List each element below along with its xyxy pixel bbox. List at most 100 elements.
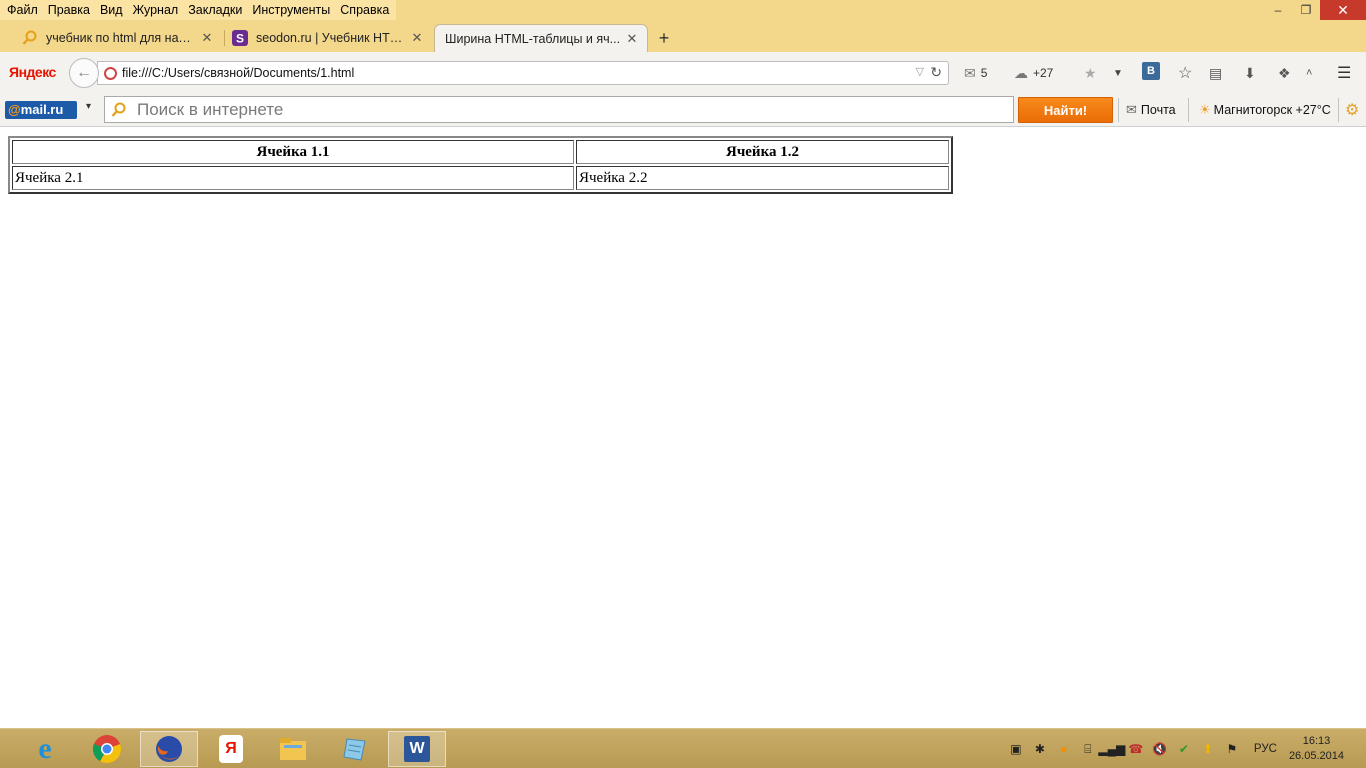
network-device-icon[interactable]: ▣ — [1004, 739, 1028, 759]
envelope-icon: ✉ — [1126, 102, 1137, 117]
address-bar[interactable]: file:///C:/Users/связной/Documents/1.htm… — [97, 61, 949, 85]
avast-icon[interactable]: ● — [1052, 739, 1076, 759]
table-row: Ячейка 2.1 Ячейка 2.2 — [12, 166, 949, 190]
url-history-dropdown-icon[interactable]: ▽ — [916, 65, 924, 78]
page-info-icon[interactable] — [104, 67, 117, 80]
demo-table: Ячейка 1.1 Ячейка 1.2 Ячейка 2.1 Ячейка … — [8, 136, 953, 194]
find-button[interactable]: Найти! — [1018, 97, 1113, 123]
new-tab-button[interactable]: + — [654, 28, 674, 48]
weather-label: Магнитогорск +27°C — [1213, 103, 1331, 117]
close-tab-icon[interactable]: ✕ — [410, 30, 424, 46]
menu-tools[interactable]: Инструменты — [247, 0, 335, 20]
tab-title: учебник по html для начи... — [46, 31, 196, 45]
seodon-favicon: S — [232, 30, 248, 46]
yandex-browser-icon[interactable]: Я — [202, 731, 260, 767]
table-row: Ячейка 1.1 Ячейка 1.2 — [12, 140, 949, 164]
menu-bookmarks[interactable]: Закладки — [183, 0, 247, 20]
tab-strip: учебник по html для начи... ✕ S seodon.r… — [0, 24, 1366, 52]
mailru-logo[interactable]: @mail.ru — [5, 101, 77, 119]
mailru-logo-at: @ — [8, 102, 21, 117]
mail-counter[interactable]: ✉ 5 — [964, 64, 987, 82]
mailru-dropdown-icon[interactable]: ▾ — [86, 101, 91, 112]
bluetooth-icon[interactable]: ✱ — [1028, 739, 1052, 759]
system-tray: ▣ ✱ ● ⌸ ▂▄▆ ☎ 🔇 ✔ ⬆ ⚑ РУС 16:13 26.05.20… — [1004, 729, 1366, 768]
tab-title: seodon.ru | Учебник HTM... — [256, 31, 406, 45]
reload-icon[interactable]: ↻ — [930, 64, 942, 81]
clock[interactable]: 16:13 26.05.2014 — [1289, 734, 1344, 764]
download-icon[interactable]: ⬇ — [1244, 64, 1261, 82]
window-frame: Файл Правка Вид Журнал Закладки Инструме… — [0, 0, 1366, 52]
mailru-toolbar: @mail.ru ▾ Найти! ✉ Почта ☀ Магнитогорск… — [0, 92, 1366, 127]
usb-icon[interactable]: ⌸ — [1076, 739, 1100, 759]
menu-help[interactable]: Справка — [335, 0, 394, 20]
maximize-button[interactable]: ❐ — [1292, 0, 1320, 20]
menu-history[interactable]: Журнал — [128, 0, 184, 20]
gear-icon[interactable]: ⚙ — [1345, 100, 1359, 120]
mail-count: 5 — [980, 66, 988, 80]
tab-title: Ширина HTML-таблицы и яч... — [445, 31, 621, 46]
menu-file[interactable]: Файл — [2, 0, 43, 20]
table-header-cell: Ячейка 1.2 — [576, 140, 949, 164]
file-explorer-icon[interactable] — [264, 731, 322, 767]
minimize-button[interactable]: ‒ — [1264, 0, 1292, 20]
back-arrow-icon: ← — [76, 64, 92, 81]
sun-cloud-icon: ☀ — [1199, 102, 1211, 117]
chrome-icon[interactable] — [78, 731, 136, 767]
url-text: file:///C:/Users/связной/Documents/1.htm… — [122, 66, 355, 80]
language-indicator[interactable]: РУС — [1254, 743, 1277, 755]
menu-hamburger-icon[interactable]: ☰ — [1337, 64, 1356, 82]
volume-muted-icon[interactable]: 🔇 — [1148, 739, 1172, 759]
notepad-icon[interactable] — [326, 731, 384, 767]
mailru-logo-text: mail.ru — [20, 102, 64, 117]
search-box[interactable] — [104, 96, 1014, 123]
window-controls: ‒ ❐ ✕ — [1264, 0, 1366, 20]
menu-edit[interactable]: Правка — [43, 0, 95, 20]
table-cell: Ячейка 2.2 — [576, 166, 949, 190]
close-window-button[interactable]: ✕ — [1320, 0, 1366, 20]
toolbar-separator — [1338, 98, 1339, 122]
svg-text:S: S — [236, 32, 244, 46]
menu-bar: Файл Правка Вид Журнал Закладки Инструме… — [0, 0, 397, 20]
bookmark-page-star-icon[interactable]: ★ — [1084, 64, 1102, 82]
weather-link[interactable]: ☀ Магнитогорск +27°C — [1199, 102, 1331, 118]
weather-widget[interactable]: ☁ +27 — [1014, 64, 1053, 82]
cloud-icon: ☁ — [1014, 64, 1028, 81]
envelope-icon: ✉ — [964, 64, 976, 81]
navigation-toolbar: Яндекс file:///C:/Users/связной/Document… — [0, 52, 1366, 92]
clock-date: 26.05.2014 — [1288, 750, 1344, 762]
bookmarks-star-icon[interactable]: ☆ — [1178, 64, 1197, 82]
yandex-search-icon — [22, 30, 37, 45]
clock-time: 16:13 — [1302, 735, 1331, 747]
addon-icon[interactable]: ❖ — [1278, 64, 1296, 82]
toolbar-separator — [1118, 98, 1119, 122]
page-content: Ячейка 1.1 Ячейка 1.2 Ячейка 2.1 Ячейка … — [0, 128, 1366, 728]
vk-icon[interactable]: B — [1142, 62, 1160, 80]
tab-table-width[interactable]: Ширина HTML-таблицы и яч... ✕ — [434, 24, 648, 52]
word-icon[interactable]: W — [388, 731, 446, 767]
toolbar-dropdown-icon[interactable]: ▼ — [1113, 64, 1128, 82]
yandex-logo-text: Яндекс — [9, 64, 56, 80]
signal-icon[interactable]: ▂▄▆ — [1098, 739, 1125, 759]
back-button[interactable]: ← — [69, 58, 99, 88]
yandex-logo[interactable]: Яндекс — [9, 64, 56, 80]
close-tab-icon[interactable]: ✕ — [625, 31, 639, 47]
flag-icon[interactable]: ⚑ — [1220, 739, 1244, 759]
chevron-up-icon[interactable]: ˄ — [1306, 64, 1317, 82]
search-icon[interactable] — [111, 102, 127, 118]
table-header-cell: Ячейка 1.1 — [12, 140, 574, 164]
update-icon[interactable]: ⬆ — [1196, 739, 1220, 759]
tab-html-tutorial[interactable]: учебник по html для начи... ✕ — [0, 24, 222, 52]
search-input[interactable] — [137, 100, 997, 120]
internet-explorer-icon[interactable]: e — [16, 731, 74, 767]
firefox-icon[interactable] — [140, 731, 198, 767]
weather-temp: +27 — [1033, 66, 1054, 80]
toolbar-separator — [1188, 98, 1189, 122]
mail-link[interactable]: ✉ Почта — [1126, 102, 1176, 118]
tab-seodon[interactable]: S seodon.ru | Учебник HTM... ✕ — [210, 24, 432, 52]
shield-check-icon[interactable]: ✔ — [1172, 739, 1196, 759]
mail-link-label: Почта — [1140, 103, 1176, 117]
phone-icon[interactable]: ☎ — [1124, 739, 1148, 759]
taskbar: e Я W ▣ ✱ ● ⌸ ▂▄▆ ☎ 🔇 ✔ ⬆ ⚑ РУС 16:13 26… — [0, 728, 1366, 768]
clipboard-icon[interactable]: ▤ — [1209, 64, 1227, 82]
menu-view[interactable]: Вид — [95, 0, 128, 20]
